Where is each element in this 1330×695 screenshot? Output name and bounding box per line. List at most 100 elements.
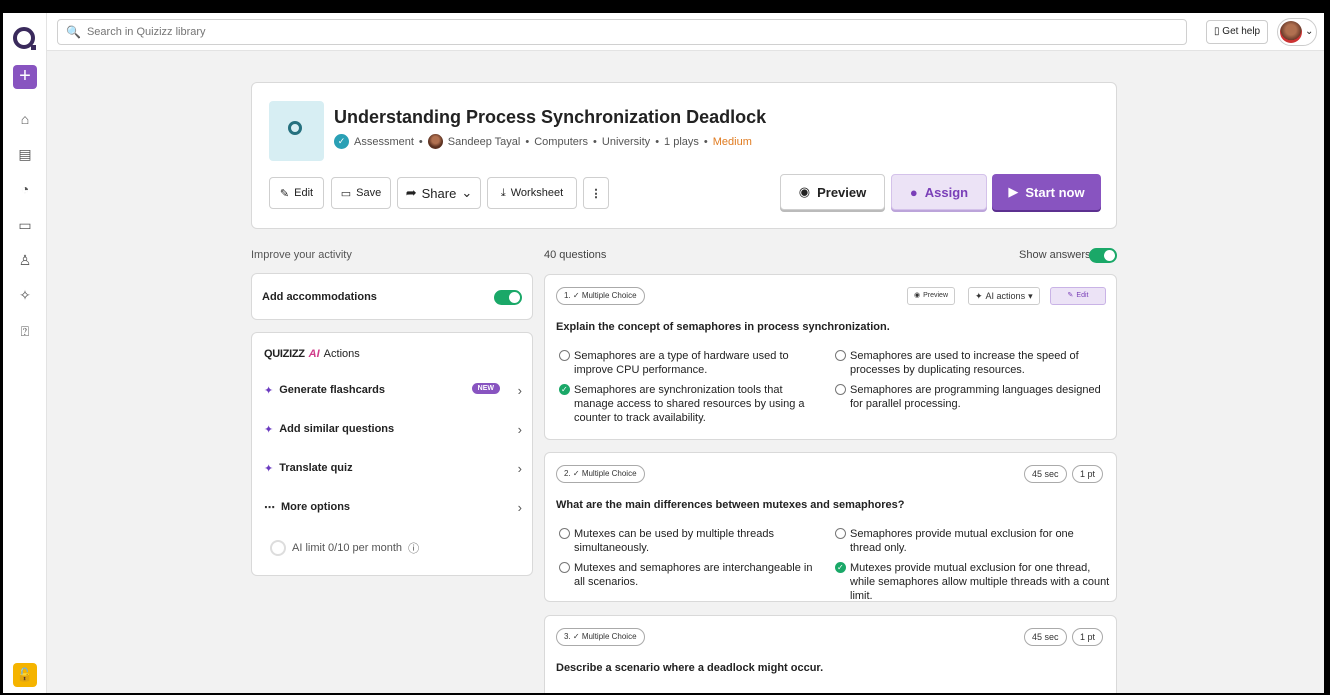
chevron-down-icon: ⌄ xyxy=(1305,26,1314,37)
ellipsis-icon: ⋯ xyxy=(264,501,275,514)
edit-icon: ✎ xyxy=(279,187,290,200)
quiz-subject: Computers xyxy=(534,135,589,148)
generate-flashcards-item[interactable]: ✦ Generate flashcards NEW › xyxy=(264,381,522,399)
radio-icon xyxy=(835,384,846,395)
translate-quiz-item[interactable]: ✦ Translate quiz › xyxy=(264,459,522,477)
preview-button[interactable]: ◉ Preview xyxy=(780,174,885,210)
answer-option: Semaphores are a type of hardware used t… xyxy=(559,349,821,377)
question-preview-button[interactable]: ◉ Preview xyxy=(907,287,956,305)
chevron-right-icon: › xyxy=(517,382,522,398)
answer-option: Semaphores are used to increase the spee… xyxy=(835,349,1115,377)
chevron-right-icon: › xyxy=(517,421,522,437)
chevron-right-icon: › xyxy=(517,499,522,515)
sparkle-icon: ✦ xyxy=(264,384,274,397)
question-count: 40 questions xyxy=(544,249,607,261)
more-menu-button[interactable]: ⋮ xyxy=(583,177,609,209)
folder-icon: ▭ xyxy=(340,187,352,200)
chevron-right-icon: › xyxy=(517,460,522,476)
show-answers-toggle[interactable] xyxy=(1089,248,1117,263)
points-badge[interactable]: 1 pt xyxy=(1072,628,1104,646)
ai-sparkle-icon[interactable]: ✧ xyxy=(15,285,35,305)
quiz-type: Assessment xyxy=(354,135,414,148)
sparkle-icon: ✦ xyxy=(975,291,983,301)
save-button[interactable]: ▭ Save xyxy=(331,177,391,209)
classes-icon[interactable]: ▭ xyxy=(15,215,35,235)
check-circle-icon xyxy=(835,561,846,575)
accommodations-icon[interactable]: ♙ xyxy=(15,250,35,270)
search-bar[interactable]: 🔍 xyxy=(57,19,1187,45)
search-input[interactable] xyxy=(86,26,1087,38)
help-icon[interactable]: ⍰ xyxy=(15,321,35,341)
radio-icon xyxy=(559,562,570,573)
worksheet-button[interactable]: ⤓ Worksheet xyxy=(487,177,577,209)
sparkle-icon: ✦ xyxy=(264,462,274,475)
accommodations-label: Add accommodations xyxy=(262,291,377,303)
eye-icon: ◉ xyxy=(914,292,921,299)
improve-heading: Improve your activity xyxy=(251,249,352,261)
accommodations-card: Add accommodations xyxy=(251,273,533,320)
question-text: Explain the concept of semaphores in pro… xyxy=(556,321,890,333)
question-edit-button[interactable]: ✎ Edit xyxy=(1050,287,1106,305)
sidebar: + ⌂ ▤ ◔ ▭ ♙ ✧ ⍰ 🔓 xyxy=(3,13,47,693)
show-answers-label: Show answers xyxy=(1019,249,1091,261)
info-icon[interactable]: ⓘ xyxy=(408,540,419,556)
question-text: What are the main differences between mu… xyxy=(556,499,905,511)
time-badge[interactable]: 45 sec xyxy=(1024,465,1067,483)
author-avatar xyxy=(427,134,443,149)
ai-actions-card: QUIZIZZ AI Actions ✦ Generate flashcards … xyxy=(251,332,533,576)
points-badge[interactable]: 1 pt xyxy=(1072,465,1104,483)
get-help-button[interactable]: ▯ Get help xyxy=(1206,20,1269,44)
more-options-item[interactable]: ⋯ More options › xyxy=(264,498,522,516)
question-card: 3. ✓ Multiple Choice 45 sec 1 pt Describ… xyxy=(544,615,1117,693)
eye-icon: ◉ xyxy=(798,184,811,199)
new-badge: NEW xyxy=(471,383,500,394)
quiz-difficulty: Medium xyxy=(712,135,752,148)
answer-option: Mutexes can be used by multiple threads … xyxy=(559,527,821,555)
app-frame: + ⌂ ▤ ◔ ▭ ♙ ✧ ⍰ 🔓 🔍 ▯ Get help ⌄ Underst… xyxy=(3,13,1324,693)
answer-option: Semaphores are programming languages des… xyxy=(835,383,1105,411)
start-now-button[interactable]: ▶ Start now xyxy=(992,174,1101,210)
check-circle-icon xyxy=(559,383,570,397)
edit-button[interactable]: ✎ Edit xyxy=(269,177,324,209)
accommodations-toggle[interactable] xyxy=(494,290,522,305)
radio-icon xyxy=(835,528,846,539)
quiz-thumbnail xyxy=(269,101,324,161)
share-icon: ➦ xyxy=(405,185,417,200)
assessment-icon: ✓ xyxy=(334,134,349,149)
create-button[interactable]: + xyxy=(13,65,37,89)
answer-option: Semaphores provide mutual exclusion for … xyxy=(835,527,1107,555)
question-card: 1. ✓ Multiple Choice ◉ Preview ✦ AI action… xyxy=(544,274,1117,440)
download-icon: ⤓ xyxy=(500,186,506,199)
time-badge[interactable]: 45 sec xyxy=(1024,628,1067,646)
answer-option: Mutexes and semaphores are interchangeab… xyxy=(559,561,825,589)
assign-button[interactable]: ● Assign xyxy=(891,174,987,210)
quiz-title: Understanding Process Synchronization De… xyxy=(334,107,767,127)
play-icon: ▶ xyxy=(1008,184,1019,199)
quiz-header-card: Understanding Process Synchronization De… xyxy=(251,82,1117,229)
library-icon[interactable]: ▤ xyxy=(15,144,35,164)
radio-icon xyxy=(559,350,570,361)
question-text: Describe a scenario where a deadlock mig… xyxy=(556,662,824,674)
search-icon: 🔍 xyxy=(66,25,81,39)
share-button[interactable]: ➦ Share ⌄ xyxy=(397,177,481,209)
quiz-level: University xyxy=(601,135,651,148)
kebab-icon: ⋮ xyxy=(590,187,602,200)
unlock-icon[interactable]: 🔓 xyxy=(13,663,37,687)
radio-icon xyxy=(835,350,846,361)
quizizz-logo-icon[interactable] xyxy=(13,27,36,50)
sparkle-icon: ✦ xyxy=(264,423,274,436)
add-similar-questions-item[interactable]: ✦ Add similar questions › xyxy=(264,420,522,438)
ai-actions-button[interactable]: ✦ AI actions ▾ xyxy=(968,287,1040,305)
question-type: 3. ✓ Multiple Choice xyxy=(556,628,645,646)
quiz-author[interactable]: Sandeep Tayal xyxy=(448,136,521,148)
profile-menu-button[interactable]: ⌄ xyxy=(1277,18,1317,46)
topbar: 🔍 ▯ Get help ⌄ xyxy=(47,13,1324,51)
caret-down-icon: ▾ xyxy=(1028,291,1033,301)
quiz-plays: 1 plays xyxy=(664,135,699,148)
get-help-label: Get help xyxy=(1222,26,1261,37)
ai-limit-progress-icon xyxy=(270,540,286,556)
reports-icon[interactable]: ◔ xyxy=(15,179,35,199)
chevron-down-icon: ⌄ xyxy=(461,185,473,200)
clock-icon: ● xyxy=(909,184,918,200)
home-icon[interactable]: ⌂ xyxy=(15,109,35,129)
